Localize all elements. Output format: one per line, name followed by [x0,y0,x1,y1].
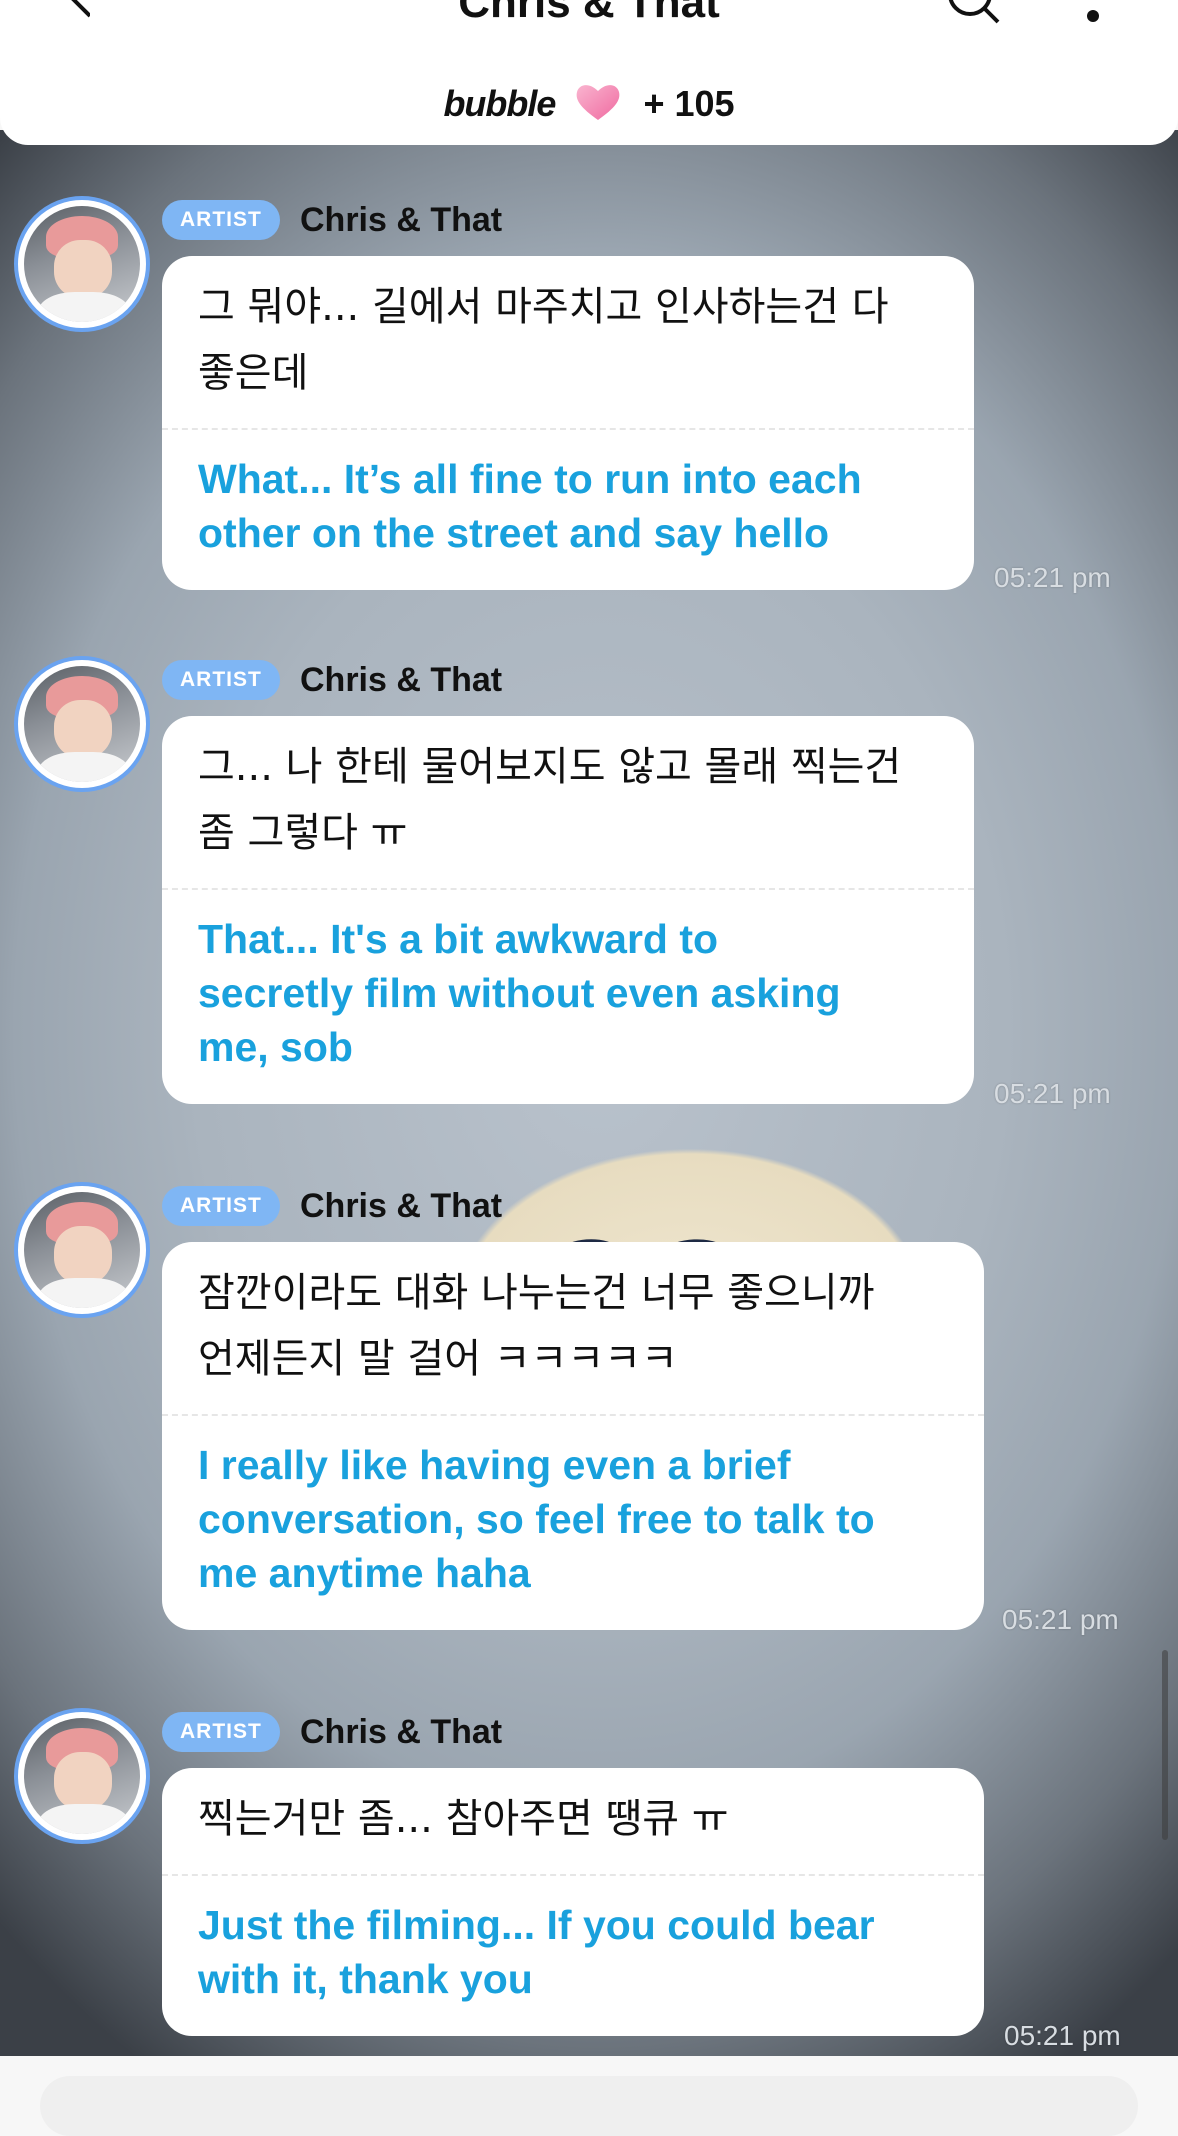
avatar[interactable] [14,656,150,792]
chat-header: Chris & That bubble + 105 [0,0,1178,145]
message-bubble[interactable]: 그 뭐야... 길에서 마주치고 인사하는건 다 좋은데 What... It’… [162,256,974,590]
search-icon[interactable] [944,0,1000,32]
message-time: 05:21 pm [994,1078,1111,1109]
artist-badge: ARTIST [162,1712,280,1752]
artist-badge: ARTIST [162,1186,280,1226]
avatar[interactable] [14,1708,150,1844]
sender-name: Chris & That [300,1187,503,1225]
message-bubble[interactable]: 찍는거만 좀... 참아주면 땡큐 ㅠ Just the filming... … [162,1768,984,2036]
more-options-icon[interactable] [1086,4,1100,24]
original-text: 그... 나 한테 물어보지도 않고 몰래 찍는건 좀 그렇다 ㅠ [198,744,902,856]
original-text: 잠깐이라도 대화 나누는건 너무 좋으니까 언제든지 말 걸어 ㅋㅋㅋㅋㅋ [198,1270,875,1382]
sender-name: Chris & That [300,661,503,699]
message-bubble[interactable]: 잠깐이라도 대화 나누는건 너무 좋으니까 언제든지 말 걸어 ㅋㅋㅋㅋㅋ I … [162,1242,984,1630]
sender-name: Chris & That [300,1713,503,1751]
translated-text: Just the filming... If you could bear wi… [198,1902,875,2002]
avatar[interactable] [14,1182,150,1318]
artist-badge: ARTIST [162,200,280,240]
translated-text: What... It’s all fine to run into each o… [198,456,862,556]
translated-text: That... It's a bit awkward to secretly f… [198,916,841,1070]
chat-title: Chris & That [458,0,720,27]
message-time: 05:21 pm [1004,2020,1121,2051]
artist-badge: ARTIST [162,660,280,700]
message-time: 05:21 pm [1002,1604,1119,1635]
bubble-brand-label: bubble [443,83,556,124]
member-count: + 105 [643,83,735,124]
scrollbar[interactable] [1162,1650,1168,1840]
message-bubble[interactable]: 그... 나 한테 물어보지도 않고 몰래 찍는건 좀 그렇다 ㅠ That..… [162,716,974,1104]
heart-icon [577,85,620,120]
subscription-bar[interactable]: bubble + 105 [0,82,1178,125]
translated-text: I really like having even a brief conver… [198,1442,875,1596]
message-time: 05:21 pm [994,562,1111,593]
sender-name: Chris & That [300,201,503,239]
message-input[interactable] [40,2076,1138,2136]
avatar[interactable] [14,196,150,332]
message-input-bar [0,2056,1178,2136]
original-text: 그 뭐야... 길에서 마주치고 인사하는건 다 좋은데 [198,284,889,396]
original-text: 찍는거만 좀... 참아주면 땡큐 ㅠ [198,1796,729,1842]
